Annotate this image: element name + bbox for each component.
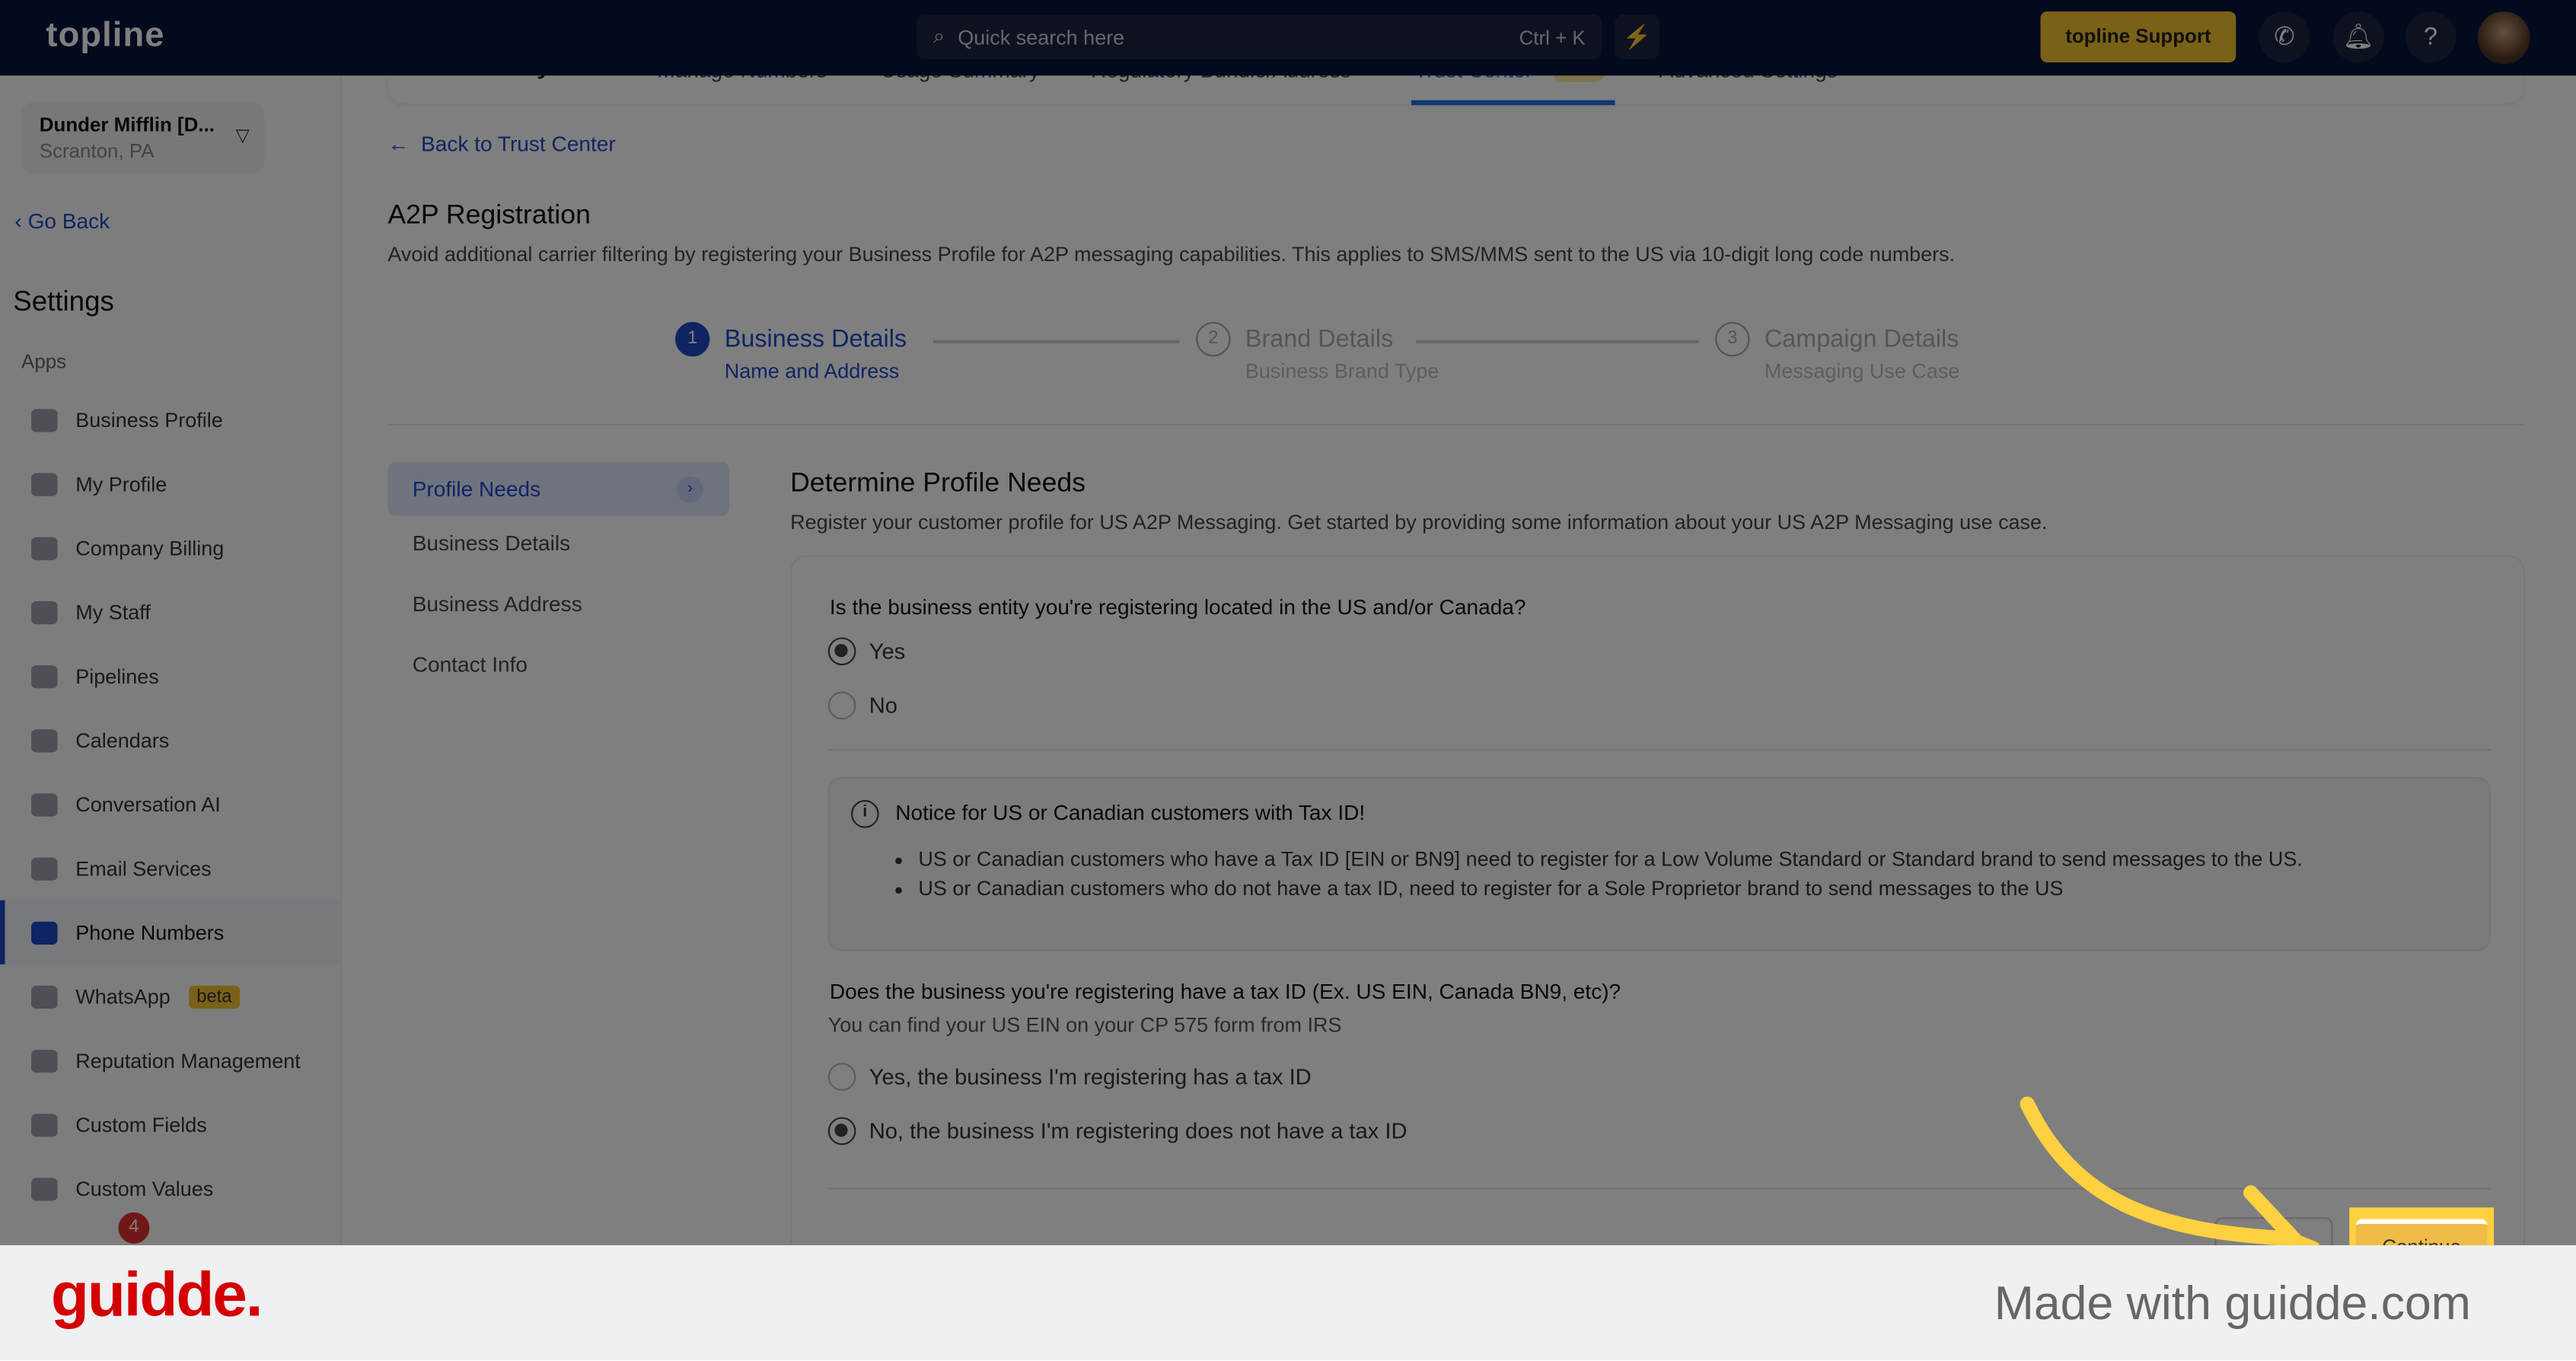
pointer-arrow-icon bbox=[2020, 1096, 2320, 1245]
made-with-text: Made with guidde.com bbox=[1994, 1278, 2471, 1331]
footer: guidde. Made with guidde.com bbox=[0, 1245, 2576, 1360]
guidde-logo: guidde. bbox=[50, 1261, 263, 1331]
